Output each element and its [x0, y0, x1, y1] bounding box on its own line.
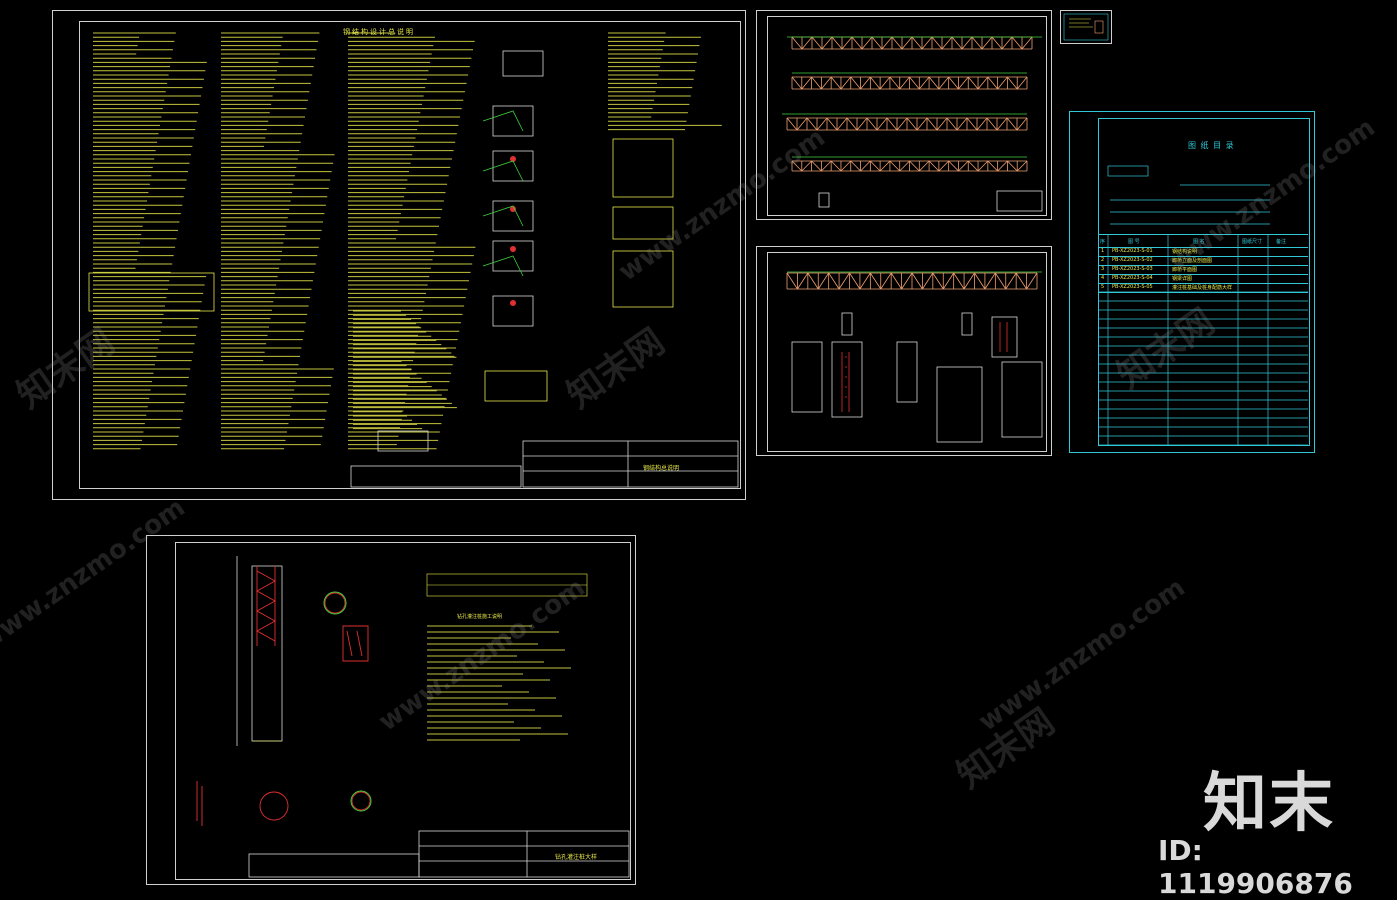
thumbnail-drawing	[1063, 13, 1109, 41]
thumbnail-sheet[interactable]	[1060, 10, 1112, 44]
general-notes-drawing-name: 钢结构总说明	[643, 465, 680, 472]
truss-elevation-drawing	[782, 36, 1043, 212]
foundation-sheet[interactable]	[756, 246, 1052, 456]
truss-elevation-sheet[interactable]	[756, 10, 1052, 220]
brand-logo: 知末	[1203, 767, 1335, 841]
foundation-drawing	[786, 271, 1043, 443]
pile-notes-title: 钻孔灌注桩施工说明	[457, 614, 503, 620]
brand-id: ID: 1119906876	[1158, 834, 1353, 900]
drawing-index-sheet[interactable]: 图 纸 目 录 序 图 号 图 名 图纸尺寸 备注 1 PB-XZ2023-S-0…	[1069, 111, 1315, 453]
pile-detail-title: 钻孔灌注桩大样	[555, 854, 598, 861]
